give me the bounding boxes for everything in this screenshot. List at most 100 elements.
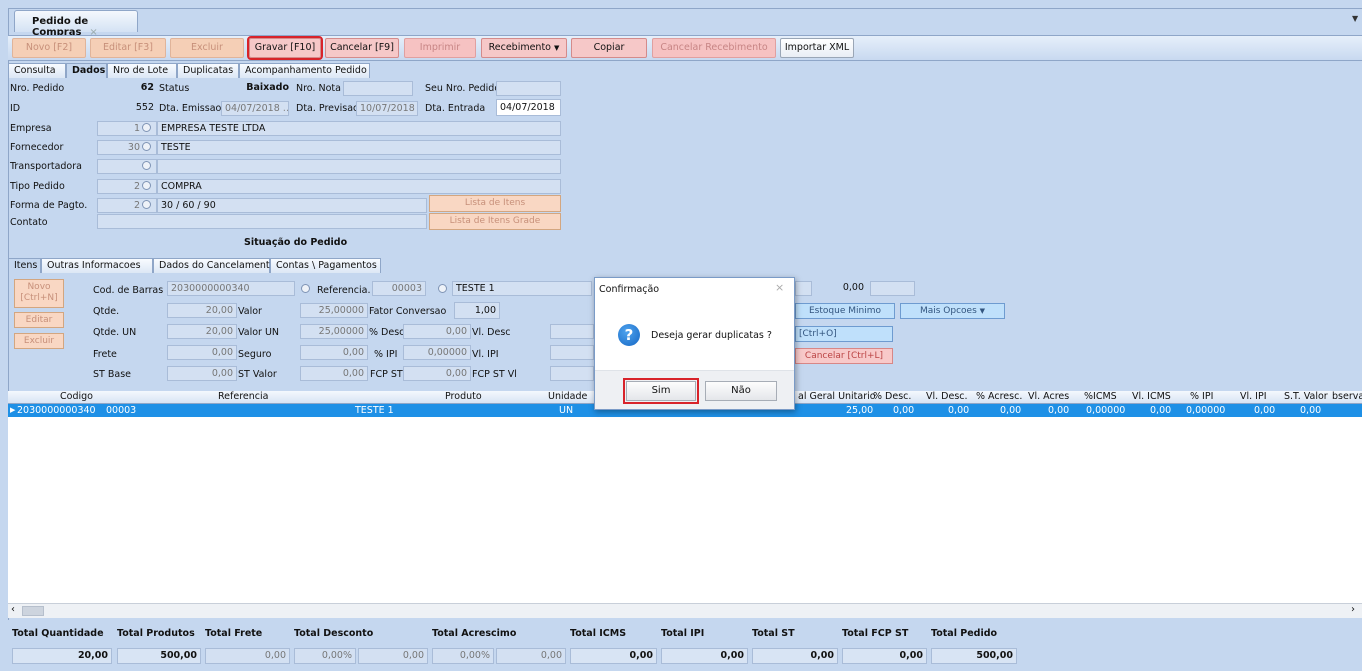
- fator-conversao-field[interactable]: 1,00: [454, 302, 500, 319]
- nao-button[interactable]: Não: [705, 381, 777, 401]
- tab-acompanhamento[interactable]: Acompanhamento Pedido: [239, 63, 370, 78]
- lista-itens-grade-button[interactable]: Lista de Itens Grade: [429, 213, 561, 230]
- contato-field[interactable]: [97, 214, 427, 229]
- status-label: Status: [159, 83, 190, 94]
- col-referencia[interactable]: Referencia: [218, 391, 268, 402]
- fcp-st-vl-field[interactable]: [550, 366, 594, 381]
- document-tab[interactable]: Pedido de Compras ×: [14, 10, 138, 38]
- scroll-thumb[interactable]: [22, 606, 44, 616]
- cod-barras-field[interactable]: 2030000000340: [167, 281, 295, 296]
- tab-dados[interactable]: Dados: [66, 63, 107, 78]
- vl-ipi-field[interactable]: [550, 345, 594, 360]
- col-ipi-pct[interactable]: % IPI: [1190, 391, 1213, 402]
- dta-entrada-field[interactable]: 04/07/2018: [496, 99, 561, 116]
- recebimento-dropdown[interactable]: Recebimento ▼: [481, 38, 567, 58]
- fcp-st-bc-field[interactable]: 0,00: [403, 366, 471, 381]
- right-value: 0,00: [842, 282, 864, 293]
- search-icon[interactable]: [301, 284, 310, 293]
- desc-pct-label: % Desc: [369, 327, 405, 338]
- qtde-field[interactable]: 20,00: [167, 303, 237, 318]
- tab-contas-pagamentos[interactable]: Contas \ Pagamentos: [270, 258, 381, 273]
- valor-un-field[interactable]: 25,00000: [300, 324, 368, 339]
- nro-nota-field[interactable]: [343, 81, 413, 96]
- nro-pedido-label: Nro. Pedido: [10, 83, 65, 94]
- col-observacao[interactable]: bserva: [1332, 391, 1362, 402]
- right-field-2[interactable]: [870, 281, 915, 296]
- tipo-pedido-cod-field[interactable]: 2: [97, 179, 157, 194]
- row-indicator-icon: ▶: [10, 406, 16, 414]
- qtde-un-field[interactable]: 20,00: [167, 324, 237, 339]
- st-base-field[interactable]: 0,00: [167, 366, 237, 381]
- transportadora-cod-field[interactable]: [97, 159, 157, 174]
- search-icon[interactable]: [142, 200, 151, 209]
- excluir-button[interactable]: Excluir: [170, 38, 244, 58]
- excluir-item-button[interactable]: Excluir: [14, 333, 64, 349]
- seu-nro-pedido-field[interactable]: [496, 81, 561, 96]
- search-icon[interactable]: [142, 142, 151, 151]
- col-vl-acres[interactable]: Vl. Acres: [1028, 391, 1069, 402]
- tab-itens[interactable]: Itens: [8, 258, 41, 273]
- fornecedor-cod-field[interactable]: 30: [97, 140, 157, 155]
- fcp-st-vl-label: FCP ST Vl: [472, 369, 517, 380]
- editar-item-button[interactable]: Editar: [14, 312, 64, 328]
- scroll-right-icon[interactable]: ›: [1351, 604, 1355, 615]
- col-vl-ipi[interactable]: Vl. IPI: [1240, 391, 1267, 402]
- search-icon[interactable]: [142, 181, 151, 190]
- tab-outras-informacoes[interactable]: Outras Informacoes: [41, 258, 153, 273]
- novo-item-shortcut: [Ctrl+N]: [20, 293, 58, 303]
- cancelar-ctrl-l-button[interactable]: Cancelar [Ctrl+L]: [795, 348, 893, 364]
- search-icon[interactable]: [142, 161, 151, 170]
- col-acresc-pct[interactable]: % Acresc.: [976, 391, 1022, 402]
- col-desc-pct[interactable]: % Desc.: [873, 391, 911, 402]
- col-vl-desc[interactable]: Vl. Desc.: [926, 391, 968, 402]
- imprimir-button[interactable]: Imprimir: [404, 38, 476, 58]
- horizontal-scrollbar[interactable]: ‹ ›: [8, 603, 1362, 618]
- vl-desc-field[interactable]: [550, 324, 594, 339]
- gravar-button[interactable]: Gravar [F10]: [247, 36, 323, 60]
- st-valor-field[interactable]: 0,00: [300, 366, 368, 381]
- dta-emissao-field[interactable]: 04/07/2018 …: [221, 101, 289, 116]
- copiar-button[interactable]: Copiar: [571, 38, 647, 58]
- tab-duplicatas[interactable]: Duplicatas: [177, 63, 239, 78]
- col-produto[interactable]: Produto: [445, 391, 482, 402]
- col-icms-pct[interactable]: %ICMS: [1084, 391, 1117, 402]
- valor-field[interactable]: 25,00000: [300, 303, 368, 318]
- col-unidade[interactable]: Unidade: [548, 391, 587, 402]
- cancelar-recebimento-button[interactable]: Cancelar Recebimento: [652, 38, 776, 58]
- desc-pct-field[interactable]: 0,00: [403, 324, 471, 339]
- scroll-left-icon[interactable]: ‹: [11, 604, 15, 615]
- frete-field[interactable]: 0,00: [167, 345, 237, 360]
- search-icon[interactable]: [142, 123, 151, 132]
- total-acrescimo-pct-value: 0,00%: [432, 648, 494, 664]
- empresa-cod-field[interactable]: 1: [97, 121, 157, 136]
- col-vl-icms[interactable]: Vl. ICMS: [1132, 391, 1171, 402]
- col-codigo[interactable]: Codigo: [60, 391, 93, 402]
- novo-button[interactable]: Novo [F2]: [12, 38, 86, 58]
- tab-consulta[interactable]: Consulta: [8, 63, 66, 78]
- estoque-minimo-button[interactable]: Estoque Minimo: [795, 303, 895, 319]
- right-field-1[interactable]: [795, 281, 812, 296]
- forma-pagto-cod-field[interactable]: 2: [97, 198, 157, 213]
- col-st-valor[interactable]: S.T. Valor: [1284, 391, 1328, 402]
- search-icon[interactable]: [438, 284, 447, 293]
- tab-dados-cancelamento[interactable]: Dados do Cancelamento: [153, 258, 275, 273]
- mais-opcoes-dropdown[interactable]: Mais Opcoes ▼: [900, 303, 1005, 319]
- editar-button[interactable]: Editar [F3]: [90, 38, 166, 58]
- cancelar-button[interactable]: Cancelar [F9]: [325, 38, 399, 58]
- novo-item-button[interactable]: Novo [Ctrl+N]: [14, 279, 64, 308]
- seguro-field[interactable]: 0,00: [300, 345, 368, 360]
- window-menu-icon[interactable]: ▼: [1352, 14, 1358, 23]
- ipi-pct-field[interactable]: 0,00000: [403, 345, 471, 360]
- lista-itens-button[interactable]: Lista de Itens: [429, 195, 561, 212]
- close-icon[interactable]: ×: [775, 281, 784, 294]
- tab-nro-lote[interactable]: Nro de Lote: [107, 63, 177, 78]
- referencia-field[interactable]: 00003: [372, 281, 426, 296]
- calendar-icon[interactable]: …: [280, 103, 288, 114]
- total-desconto-pct-value: 0,00%: [294, 648, 356, 664]
- col-geral-unitario[interactable]: al Geral Unitario: [798, 391, 876, 402]
- importar-xml-button[interactable]: Importar XML: [780, 38, 854, 58]
- st-valor-label: ST Valor: [238, 369, 277, 380]
- dta-previsao-field[interactable]: 10/07/2018: [356, 101, 418, 116]
- ctrl-o-button[interactable]: [Ctrl+O]: [795, 326, 893, 342]
- sim-button[interactable]: Sim: [623, 378, 699, 404]
